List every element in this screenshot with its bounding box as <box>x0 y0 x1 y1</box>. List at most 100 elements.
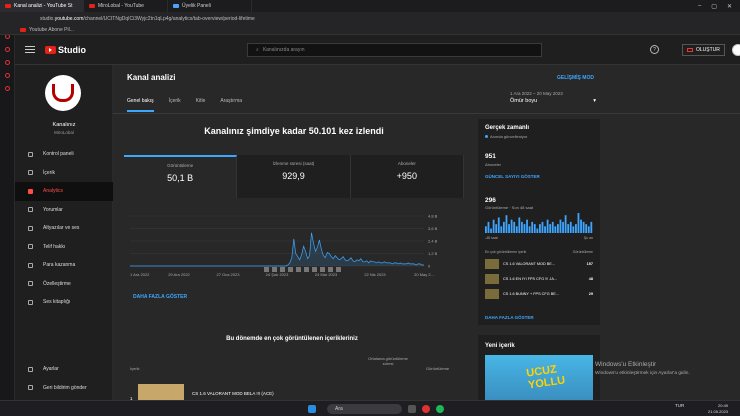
views-line-chart[interactable]: 4,8 B 3,6 B 2,4 B 1,2 B 0 1 Ara 2022 29 Ara 20… <box>124 210 464 290</box>
event-marker <box>288 267 293 272</box>
kpi-subscribers[interactable]: Aboneler +950 <box>351 155 464 198</box>
sidebar-item[interactable]: Ses kitaplığı <box>15 293 113 312</box>
realtime-bar <box>572 226 575 233</box>
browser-tabbar: Kanal analizi - YouTube St MiroLobal - Y… <box>0 0 740 12</box>
opera-taskbar-icon[interactable] <box>422 405 430 413</box>
instagram-icon[interactable] <box>4 86 10 91</box>
create-button[interactable]: OLUŞTUR <box>682 44 725 56</box>
table-row[interactable]: 1 CS 1.6 VALORANT MOD BELA !!! (ACE) <box>130 384 460 401</box>
headline: Kanalınız şimdiye kadar 50.101 kez izlen… <box>204 126 384 136</box>
sidebar-item[interactable]: Analytics <box>15 182 113 201</box>
nav-icon <box>28 188 33 194</box>
maximize-icon[interactable]: ▢ <box>711 3 717 10</box>
realtime-bar <box>485 226 487 233</box>
studio-logo[interactable]: Studio <box>45 45 86 55</box>
series-line <box>130 232 424 267</box>
bookmark-item[interactable]: Youtube Abone Pil... <box>29 27 74 33</box>
windows-start-icon[interactable] <box>308 405 316 413</box>
channel-avatar[interactable] <box>45 75 81 111</box>
taskbar-search[interactable]: Ara <box>327 404 402 414</box>
close-icon[interactable]: ✕ <box>727 3 732 10</box>
channel-label: Kanalınız <box>52 122 76 128</box>
popular-header: En çok görüntülenen içerik Görüntüleme <box>485 250 593 254</box>
realtime-bar <box>523 224 526 233</box>
tab-content[interactable]: İçerik <box>169 98 181 112</box>
top-content-heading: Bu dönemde en çok görüntülenen içerikler… <box>226 336 358 342</box>
menu-icon[interactable] <box>25 46 35 53</box>
list-item[interactable]: CS 1.6 EN İYİ FPS CFG !!! JA... 48 <box>485 273 593 284</box>
realtime-bar <box>557 224 559 233</box>
windows-taskbar: Ara TUR 20:49 21.05.2023 <box>0 400 740 416</box>
search-input[interactable]: ⌕ Kanalınızda arayın <box>247 43 542 57</box>
new-content-card: Yeni içerik UCUZ YOLLU <box>478 335 600 400</box>
account-avatar[interactable] <box>732 44 740 56</box>
tab-research[interactable]: Araştırma <box>220 98 242 112</box>
show-count-button[interactable]: GÜNCEL SAYIYI GÖSTER <box>485 174 540 179</box>
analytics-tabs: Genel bakış İçerik Kitle Araştırma <box>127 98 242 112</box>
live-dot-icon <box>485 135 488 138</box>
date-select[interactable]: Ömür boyu ▾ <box>510 98 596 104</box>
minimize-icon[interactable]: – <box>698 3 701 10</box>
realtime-bar <box>492 219 495 233</box>
event-marker <box>320 267 325 272</box>
sidebar-item[interactable]: İçerik <box>15 164 113 183</box>
messenger-icon[interactable] <box>4 60 10 65</box>
sidebar-item[interactable]: Yorumlar <box>15 201 113 220</box>
task-view-icon[interactable] <box>408 405 416 413</box>
realtime-bar <box>567 224 570 233</box>
realtime-axis: -48 saat Şu an <box>485 236 593 240</box>
realtime-more-button[interactable]: DAHA FAZLA GÖSTER <box>485 315 534 320</box>
youtube-icon <box>5 4 11 8</box>
tab-audience[interactable]: Kitle <box>196 98 206 112</box>
sidebar-nav: Kontrol paneli İçerik Analytics Yorumlar Alt… <box>15 145 113 312</box>
tab-overview[interactable]: Genel bakış <box>127 98 154 112</box>
browser-tab[interactable]: Üyelik Paneli <box>168 0 252 12</box>
sidebar-item[interactable]: Altyazılar ve ses <box>15 219 113 238</box>
clock[interactable]: 20:49 21.05.2023 <box>708 403 728 415</box>
browser-tab[interactable]: Kanal analizi - YouTube St <box>0 0 84 12</box>
show-more-button[interactable]: DAHA FAZLA GÖSTER <box>133 294 187 300</box>
realtime-bar <box>539 224 541 233</box>
kpi-views[interactable]: Görüntüleme 50,1 B <box>124 155 238 198</box>
help-icon[interactable]: ? <box>650 45 659 54</box>
realtime-bar-chart[interactable] <box>485 213 593 233</box>
sidebar-item[interactable]: Para kazanma <box>15 256 113 275</box>
sidebar-item[interactable]: Özelleştirme <box>15 275 113 294</box>
sidebar-bottom: Ayarlar Geri bildirim gönder <box>15 360 113 397</box>
history-icon[interactable] <box>4 47 10 52</box>
spotify-icon[interactable] <box>436 405 444 413</box>
whatsapp-icon[interactable] <box>4 73 10 78</box>
nav-icon <box>28 366 33 372</box>
nav-icon <box>28 299 33 305</box>
nav-icon <box>28 262 33 268</box>
sidebar-item[interactable]: Kontrol paneli <box>15 145 113 164</box>
series-area <box>130 232 424 266</box>
video-thumbnail <box>485 273 499 284</box>
new-content-thumbnail[interactable]: UCUZ YOLLU <box>485 355 593 400</box>
event-marker <box>304 267 309 272</box>
realtime-title: Gerçek zamanlı <box>485 125 530 131</box>
realtime-bar <box>526 219 528 233</box>
youtube-logo-icon <box>45 45 56 54</box>
sidebar-item[interactable]: Geri bildirim gönder <box>15 379 113 398</box>
realtime-views-label: Görüntüleme · Son 48 saat <box>485 205 534 210</box>
page-title: Kanal analizi <box>127 73 176 82</box>
sidebar-item[interactable]: Ayarlar <box>15 360 113 379</box>
activation-watermark-sub: Windows'u etkinleştirmek için Ayarlar'a … <box>595 371 690 376</box>
advanced-mode-button[interactable]: GELİŞMİŞ MOD <box>557 75 594 81</box>
bookmark-icon <box>20 27 26 32</box>
list-item[interactable]: CS 1.6 BUNNY + FPS CFG BE... 29 <box>485 288 593 299</box>
kpi-watch-time[interactable]: İzlenme süresi (saat) 929,9 <box>237 155 351 198</box>
browser-tab[interactable]: MiroLobal - YouTube <box>84 0 168 12</box>
realtime-bar <box>508 224 510 233</box>
realtime-bar <box>505 215 508 233</box>
video-thumbnail[interactable] <box>138 384 184 400</box>
list-item[interactable]: CS 1.6 VALORANT MOD BE... 157 <box>485 258 593 269</box>
bookmarks-bar: Youtube Abone Pil... <box>0 25 740 35</box>
nav-icon <box>28 385 33 391</box>
nav-icon <box>28 170 33 176</box>
address-bar[interactable]: studio.youtube.com/channel/UCITNgDqICi3W… <box>0 12 740 25</box>
sidebar-item[interactable]: Telif hakkı <box>15 238 113 257</box>
language-indicator[interactable]: TUR <box>675 403 684 408</box>
channel-logo <box>52 84 74 102</box>
